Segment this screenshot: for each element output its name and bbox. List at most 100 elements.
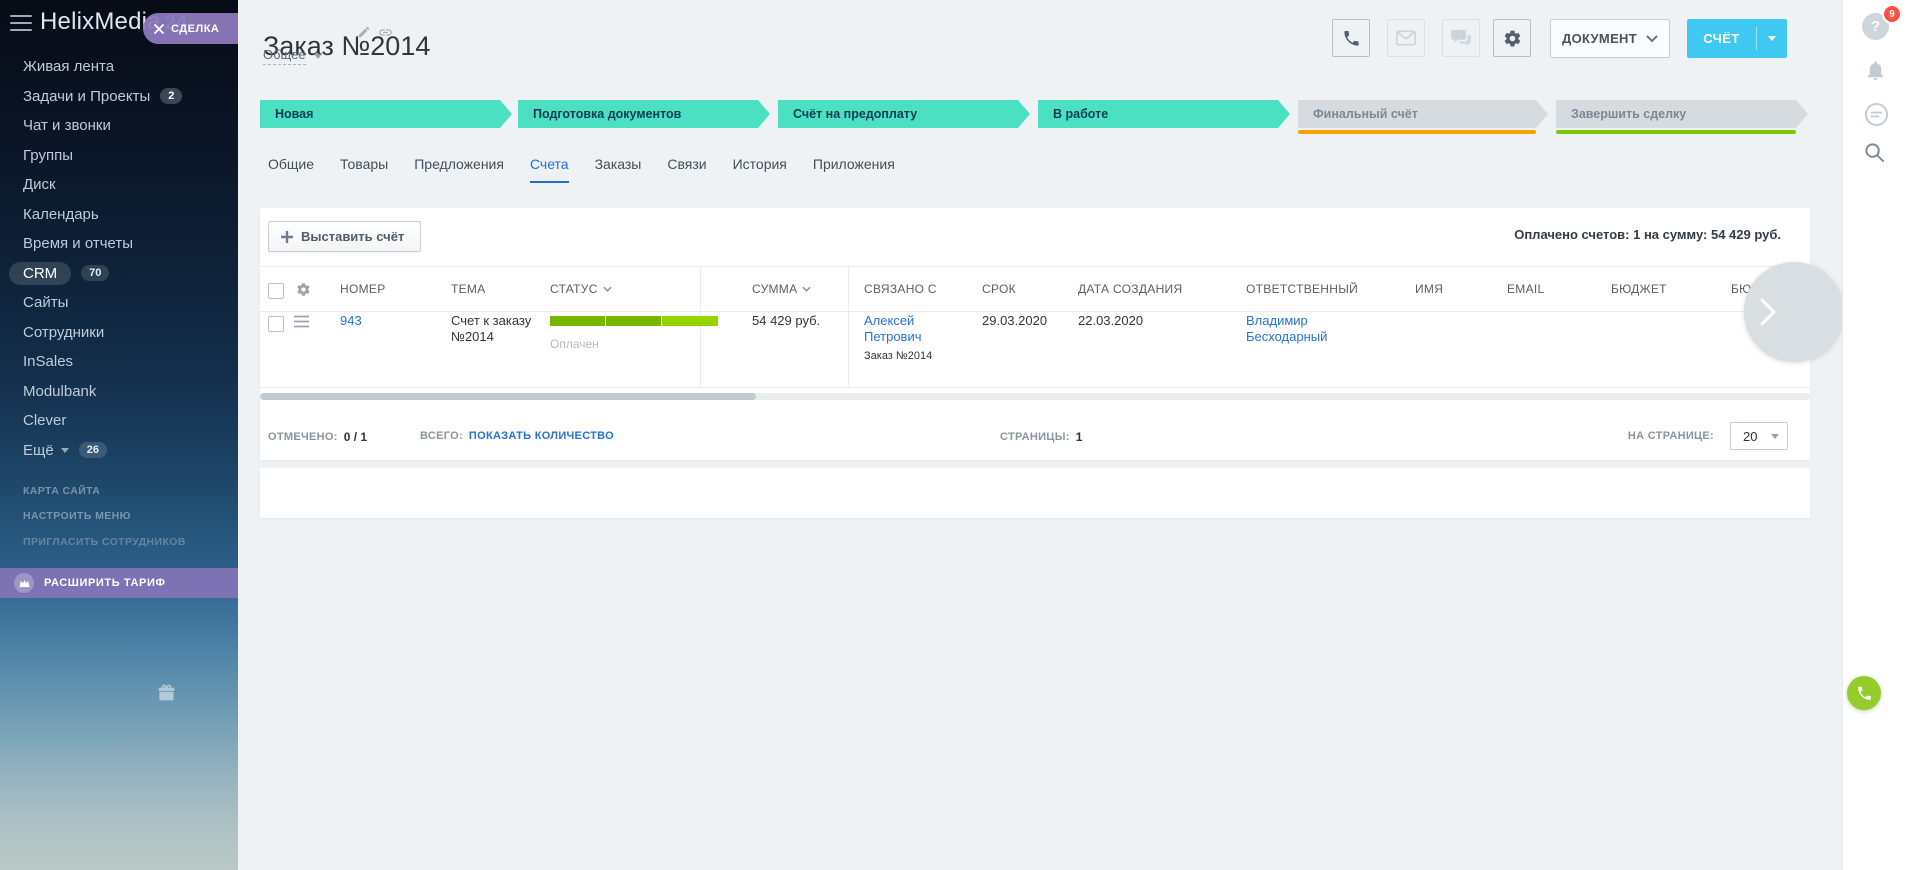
select-all-checkbox[interactable] — [268, 283, 284, 299]
stage-close-deal[interactable]: Завершить сделку — [1556, 100, 1808, 128]
sidebar-item-drive[interactable]: Диск — [0, 170, 238, 200]
chat-button[interactable] — [1442, 19, 1480, 57]
right-toolbar: ? 9 — [1842, 0, 1914, 870]
sidebar-item-calendar[interactable]: Календарь — [0, 200, 238, 230]
chevron-down-icon — [1771, 434, 1779, 439]
sidebar-link-sitemap[interactable]: КАРТА САЙТА — [0, 478, 238, 504]
email-button[interactable] — [1387, 19, 1425, 57]
tab-orders[interactable]: Заказы — [595, 156, 642, 183]
responsible-user-link[interactable]: Владимир Бесходарный — [1246, 313, 1327, 344]
column-header-name[interactable]: ИМЯ — [1415, 282, 1443, 296]
detail-tabs: Общие Товары Предложения Счета Заказы Св… — [268, 156, 895, 183]
stage-in-progress[interactable]: В работе — [1038, 100, 1290, 128]
plus-icon — [281, 231, 293, 243]
row-checkbox[interactable] — [268, 316, 284, 332]
column-header-number[interactable]: НОМЕР — [340, 282, 386, 296]
deal-category-selector[interactable]: Общее — [263, 47, 322, 65]
invoice-number-cell: 943 — [340, 313, 362, 329]
sidebar-item-tasks[interactable]: Задачи и Проекты2 — [0, 82, 238, 112]
more-count-badge: 26 — [79, 442, 107, 458]
sidebar-item-modulbank[interactable]: Modulbank — [0, 377, 238, 407]
tab-apps[interactable]: Приложения — [813, 156, 895, 183]
sidebar-item-crm[interactable]: CRM70 — [0, 259, 238, 289]
close-icon[interactable] — [154, 24, 164, 34]
edit-title-icon[interactable] — [357, 25, 371, 44]
add-invoice-button[interactable]: Выставить счёт — [268, 221, 421, 252]
show-count-link[interactable]: ПОКАЗАТЬ КОЛИЧЕСТВО — [469, 430, 614, 442]
horizontal-scrollbar-thumb[interactable] — [260, 393, 756, 400]
tab-invoices[interactable]: Счета — [530, 156, 569, 183]
column-header-subject[interactable]: ТЕМА — [451, 282, 486, 296]
chevron-down-icon — [1646, 35, 1658, 43]
sidebar-item-live-feed[interactable]: Живая лента — [0, 52, 238, 82]
chevron-right-icon — [1760, 298, 1776, 326]
grid-header-top-border — [260, 266, 1810, 267]
stage-docs-preparation[interactable]: Подготовка документов — [518, 100, 770, 128]
deal-slider-badge[interactable]: СДЕЛКА — [143, 13, 238, 44]
grid-row-bottom-border — [260, 387, 1810, 388]
search-icon[interactable] — [1864, 142, 1885, 168]
document-button[interactable]: ДОКУМЕНТ — [1550, 19, 1670, 58]
chevron-down-icon — [1768, 36, 1776, 41]
column-header-responsible[interactable]: ОТВЕТСТВЕННЫЙ — [1246, 282, 1358, 296]
sidebar-item-more[interactable]: Ещё26 — [0, 436, 238, 466]
chevron-down-icon — [314, 54, 322, 59]
upgrade-plan-banner[interactable]: РАСШИРИТЬ ТАРИФ — [0, 568, 238, 598]
column-header-sum[interactable]: СУММА — [752, 282, 811, 296]
sidebar-item-employees[interactable]: Сотрудники — [0, 318, 238, 348]
column-header-status[interactable]: СТАТУС — [550, 282, 612, 296]
mail-icon — [1396, 30, 1416, 46]
stage-final-invoice[interactable]: Финальный счёт — [1298, 100, 1548, 128]
sidebar-item-clever[interactable]: Clever — [0, 406, 238, 436]
sidebar-item-insales[interactable]: InSales — [0, 347, 238, 377]
column-header-email[interactable]: EMAIL — [1507, 282, 1545, 296]
tab-history[interactable]: История — [733, 156, 787, 183]
stage-new[interactable]: Новая — [260, 100, 512, 128]
column-divider — [700, 266, 701, 387]
per-page-select[interactable]: 20 — [1730, 422, 1788, 450]
stage-prepayment-invoice[interactable]: Счёт на предоплату — [778, 100, 1030, 128]
scroll-right-button[interactable] — [1744, 262, 1844, 362]
phone-icon — [1342, 29, 1361, 48]
row-actions-menu-icon[interactable] — [294, 315, 309, 333]
horizontal-scrollbar-track[interactable] — [260, 393, 1810, 400]
invoice-dropdown-toggle[interactable] — [1757, 36, 1787, 41]
column-header-due[interactable]: СРОК — [982, 282, 1016, 296]
sort-chevron-icon — [603, 286, 612, 292]
link-icon[interactable] — [378, 25, 393, 45]
invoice-button[interactable]: СЧЁТ — [1687, 19, 1787, 58]
invoice-created-date-cell: 22.03.2020 — [1078, 313, 1143, 329]
sidebar-link-configure-menu[interactable]: НАСТРОИТЬ МЕНЮ — [0, 504, 238, 530]
stage-close-deal-underline — [1556, 130, 1796, 134]
tab-general[interactable]: Общие — [268, 156, 314, 183]
tab-links[interactable]: Связи — [667, 156, 706, 183]
tab-quotes[interactable]: Предложения — [414, 156, 504, 183]
grid-settings-gear-icon[interactable] — [296, 282, 311, 302]
menu-hamburger-icon[interactable] — [10, 15, 32, 31]
sidebar-item-chat[interactable]: Чат и звонки — [0, 111, 238, 141]
empty-panel — [260, 468, 1810, 518]
tab-products[interactable]: Товары — [340, 156, 388, 183]
gift-icon[interactable] — [157, 683, 176, 707]
telephony-button[interactable] — [1847, 676, 1881, 710]
column-header-budget[interactable]: БЮДЖЕТ — [1611, 282, 1667, 296]
sidebar-item-groups[interactable]: Группы — [0, 141, 238, 171]
related-contact-link[interactable]: Алексей Петрович — [864, 313, 922, 344]
invoice-number-link[interactable]: 943 — [340, 313, 362, 328]
grid-header-bottom-border — [260, 311, 1810, 312]
sort-chevron-icon — [802, 286, 811, 292]
settings-button[interactable] — [1493, 19, 1531, 57]
sidebar-item-time-reports[interactable]: Время и отчеты — [0, 229, 238, 259]
chat-bubbles-icon — [1451, 29, 1471, 47]
column-header-related[interactable]: СВЯЗАНО С — [864, 282, 937, 296]
chevron-down-icon — [61, 448, 69, 453]
invoice-status-progressbar — [550, 316, 718, 326]
sidebar-link-invite-employees[interactable]: ПРИГЛАСИТЬ СОТРУДНИКОВ — [0, 529, 238, 555]
call-button[interactable] — [1332, 19, 1370, 57]
comments-icon[interactable] — [1864, 102, 1889, 132]
tasks-count-badge: 2 — [160, 88, 182, 104]
invoice-subject-cell: Счет к заказу №2014 — [451, 313, 533, 345]
column-header-created[interactable]: ДАТА СОЗДАНИЯ — [1078, 282, 1182, 296]
sidebar-item-sites[interactable]: Сайты — [0, 288, 238, 318]
bell-icon[interactable] — [1864, 59, 1887, 87]
